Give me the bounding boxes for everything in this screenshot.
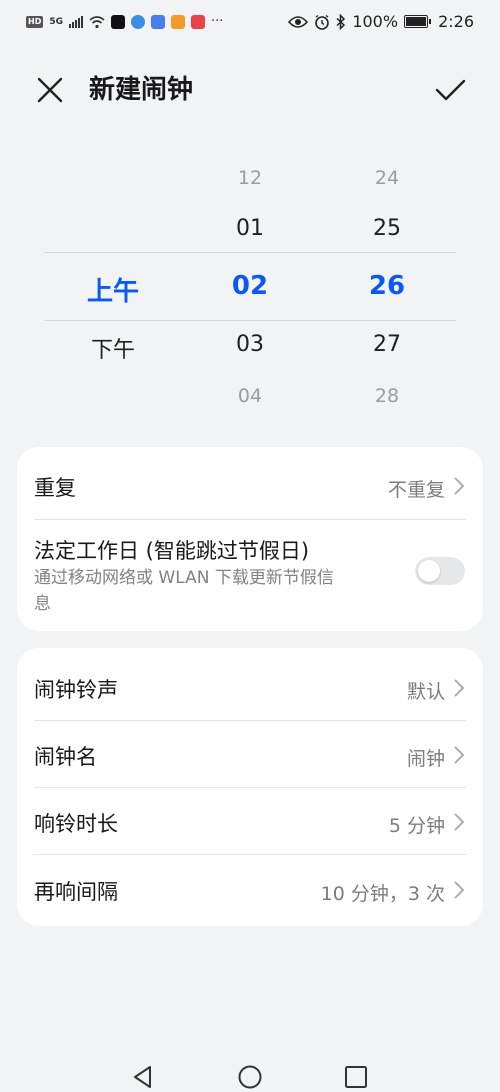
minute-selected[interactable]: 26 xyxy=(347,271,427,301)
ringtone-row[interactable]: 闹钟铃声 默认 xyxy=(17,648,483,720)
repeat-row[interactable]: 重复 不重复 xyxy=(17,447,483,519)
hour-next[interactable]: 03 xyxy=(210,332,290,357)
browser-icon xyxy=(131,14,145,29)
picker-top-line xyxy=(44,252,456,253)
hour-selected[interactable]: 02 xyxy=(210,271,290,301)
check-icon xyxy=(435,79,466,101)
minute-next[interactable]: 27 xyxy=(347,332,427,357)
workday-label: 法定工作日 (智能跳过节假日) xyxy=(34,539,310,563)
hour-far-prev[interactable]: 12 xyxy=(210,167,290,189)
alarm-name-label: 闹钟名 xyxy=(34,745,97,769)
ring-duration-value: 5 分钟 xyxy=(388,815,445,837)
recents-icon[interactable] xyxy=(343,1064,369,1090)
bluetooth-icon xyxy=(336,13,346,30)
page-title: 新建闹钟 xyxy=(89,75,194,105)
alarm-icon xyxy=(315,14,330,30)
video-app-icon xyxy=(171,14,185,29)
chevron-right-icon xyxy=(454,477,465,495)
ringtone-label: 闹钟铃声 xyxy=(34,678,118,702)
confirm-button[interactable] xyxy=(430,70,470,110)
wifi-icon xyxy=(89,15,105,28)
close-icon xyxy=(37,77,63,103)
app-header: 新建闹钟 xyxy=(0,60,500,120)
repeat-value: 不重复 xyxy=(387,479,445,501)
status-left: HD 5G ··· xyxy=(26,14,223,29)
alarm-name-value: 闹钟 xyxy=(406,748,445,770)
workday-toggle[interactable] xyxy=(415,557,465,585)
signal-icon xyxy=(69,15,83,28)
minute-far-prev[interactable]: 24 xyxy=(347,167,427,189)
tiktok-icon xyxy=(111,14,125,29)
status-right: 100% 2:26 xyxy=(288,12,474,31)
settings-card-2: 闹钟铃声 默认 闹钟名 闹钟 响铃时长 5 分钟 再响间隔 10 分钟，3 次 xyxy=(17,648,483,926)
home-icon[interactable] xyxy=(237,1064,263,1090)
minute-far-next[interactable]: 28 xyxy=(347,385,427,407)
workday-sub-line1: 通过移动网络或 WLAN 下载更新节假信 xyxy=(34,568,334,588)
hour-far-next[interactable]: 04 xyxy=(210,385,290,407)
snooze-interval-label: 再响间隔 xyxy=(34,880,118,904)
battery-icon xyxy=(404,15,432,28)
app-icon xyxy=(151,14,165,29)
reader-app-icon xyxy=(191,14,205,29)
alarm-name-row[interactable]: 闹钟名 闹钟 xyxy=(17,720,483,787)
status-bar: HD 5G ··· 100% 2:26 xyxy=(0,0,500,48)
repeat-label: 重复 xyxy=(34,476,76,500)
hour-prev[interactable]: 01 xyxy=(210,216,290,241)
system-nav-bar xyxy=(0,1058,500,1092)
network-type: 5G xyxy=(49,16,63,27)
ring-duration-label: 响铃时长 xyxy=(34,812,118,836)
workday-sub-line2: 息 xyxy=(34,594,51,614)
snooze-interval-row[interactable]: 再响间隔 10 分钟，3 次 xyxy=(17,854,483,926)
toggle-knob xyxy=(418,560,440,582)
chevron-right-icon xyxy=(454,746,465,764)
ampm-selected[interactable]: 上午 xyxy=(73,271,153,308)
picker-bottom-line xyxy=(44,320,456,321)
snooze-interval-value: 10 分钟，3 次 xyxy=(320,883,445,905)
close-button[interactable] xyxy=(30,70,70,110)
battery-percent: 100% xyxy=(352,12,399,31)
chevron-right-icon xyxy=(454,813,465,831)
back-icon[interactable] xyxy=(130,1064,156,1090)
chevron-right-icon xyxy=(454,679,465,697)
workday-row[interactable]: 法定工作日 (智能跳过节假日) 通过移动网络或 WLAN 下载更新节假信 息 xyxy=(17,519,483,631)
more-icon: ··· xyxy=(211,14,224,29)
ring-duration-row[interactable]: 响铃时长 5 分钟 xyxy=(17,787,483,854)
hd-badge: HD xyxy=(26,15,44,28)
minute-prev[interactable]: 25 xyxy=(347,216,427,241)
chevron-right-icon xyxy=(454,881,465,899)
ampm-next[interactable]: 下午 xyxy=(73,332,153,364)
clock: 2:26 xyxy=(438,12,474,31)
ringtone-value: 默认 xyxy=(406,681,445,703)
time-picker[interactable]: 上午 下午 12 01 02 03 04 24 25 26 27 28 xyxy=(0,150,500,420)
eye-icon xyxy=(288,15,309,28)
settings-card-1: 重复 不重复 法定工作日 (智能跳过节假日) 通过移动网络或 WLAN 下载更新… xyxy=(17,447,483,631)
